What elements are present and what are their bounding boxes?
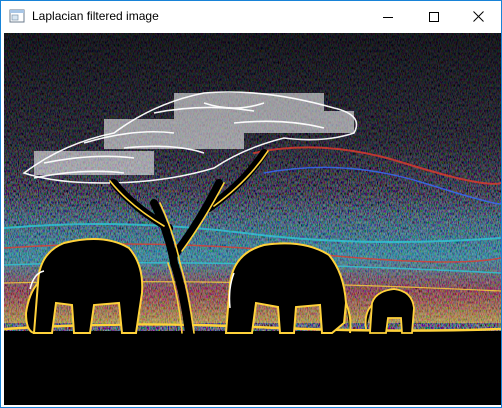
maximize-button[interactable] (411, 1, 457, 32)
app-window-icon (9, 9, 25, 23)
close-icon (472, 11, 484, 22)
laplacian-edge-image (4, 33, 501, 405)
minimize-icon (383, 16, 393, 18)
minimize-button[interactable] (365, 1, 411, 32)
window-title: Laplacian filtered image (32, 9, 159, 23)
title-bar[interactable]: Laplacian filtered image (1, 1, 501, 32)
maximize-icon (429, 11, 439, 22)
filtered-image (4, 33, 501, 405)
close-button[interactable] (455, 1, 501, 32)
image-window: Laplacian filtered image (0, 0, 502, 408)
